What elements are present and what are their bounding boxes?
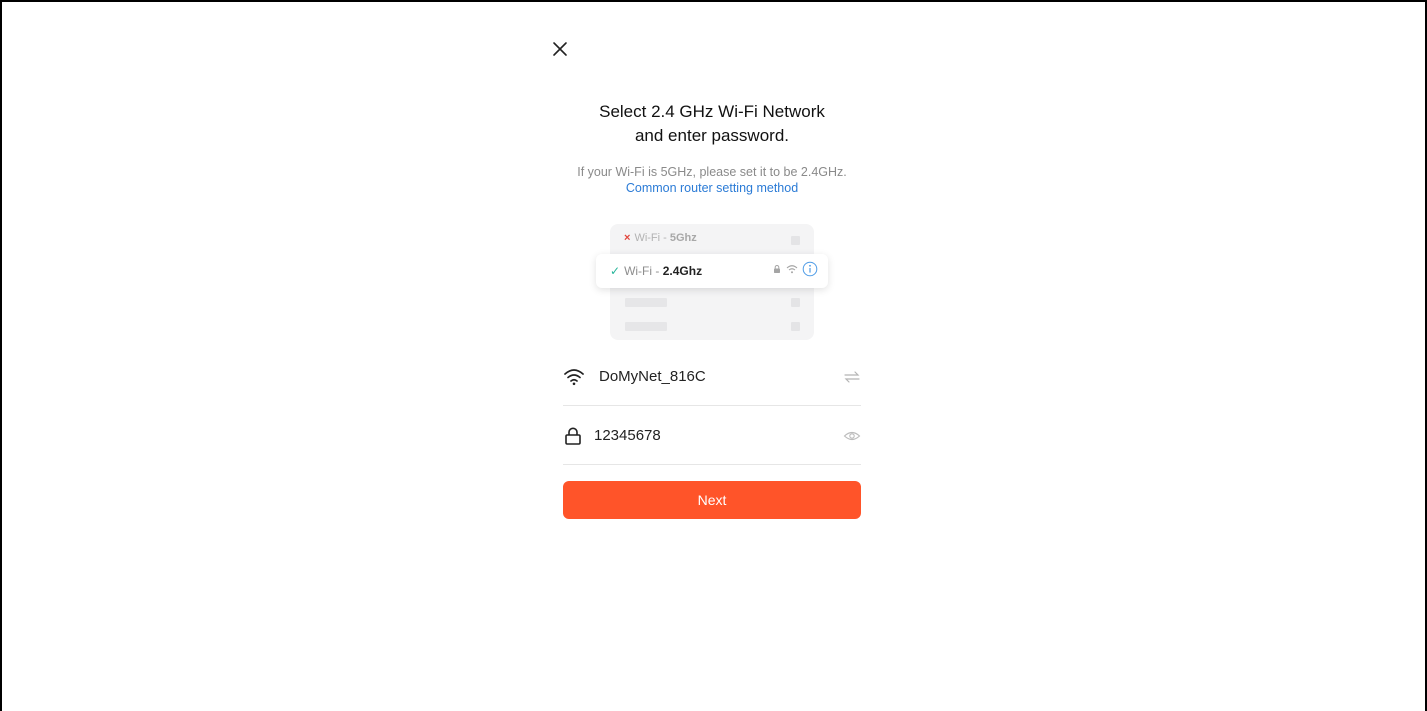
next-button[interactable]: Next	[563, 481, 861, 519]
small-wifi-icon	[786, 265, 798, 274]
wifi-5ghz-band: 5Ghz	[669, 232, 697, 244]
title-line-1: Select 2.4 GHz Wi-Fi Network	[599, 102, 825, 121]
page-title: Select 2.4 GHz Wi-Fi Network and enter p…	[563, 100, 861, 148]
placeholder-square	[791, 298, 800, 307]
wifi-24ghz-prefix: Wi-Fi -	[624, 264, 663, 278]
password-value: 12345678	[594, 427, 661, 444]
wifi-band-illustration: × Wi-Fi - 5Ghz ✓ Wi-Fi - 2.4Ghz	[586, 224, 838, 344]
wifi-24ghz-band: 2.4Ghz	[662, 264, 703, 278]
check-icon: ✓	[610, 264, 621, 278]
swap-icon[interactable]	[843, 369, 861, 385]
title-line-2: and enter password.	[634, 126, 790, 145]
wifi-5ghz-row: × Wi-Fi - 5Ghz	[624, 232, 697, 244]
placeholder-square	[791, 322, 800, 331]
password-field[interactable]: 12345678	[563, 414, 861, 465]
close-icon[interactable]	[548, 37, 572, 61]
hint-text: If your Wi-Fi is 5GHz, please set it to …	[577, 165, 847, 179]
wifi-24ghz-icons	[772, 261, 818, 277]
router-setting-link[interactable]: Common router setting method	[563, 180, 861, 196]
info-icon	[802, 261, 818, 277]
wifi-icon	[563, 367, 584, 387]
placeholder-bar	[625, 298, 667, 307]
lock-icon	[563, 426, 583, 446]
cross-icon: ×	[624, 232, 631, 244]
wifi-network-field[interactable]: DoMyNet_816C	[563, 355, 861, 406]
wifi-24ghz-row: ✓ Wi-Fi - 2.4Ghz	[610, 264, 702, 278]
placeholder-bar	[625, 322, 667, 331]
wifi-ssid-value: DoMyNet_816C	[599, 368, 706, 385]
placeholder-square	[791, 236, 800, 245]
wifi-5ghz-prefix: Wi-Fi -	[634, 232, 670, 244]
wifi-24ghz-card: ✓ Wi-Fi - 2.4Ghz	[596, 254, 828, 288]
eye-icon[interactable]	[843, 428, 861, 444]
small-lock-icon	[774, 265, 780, 273]
